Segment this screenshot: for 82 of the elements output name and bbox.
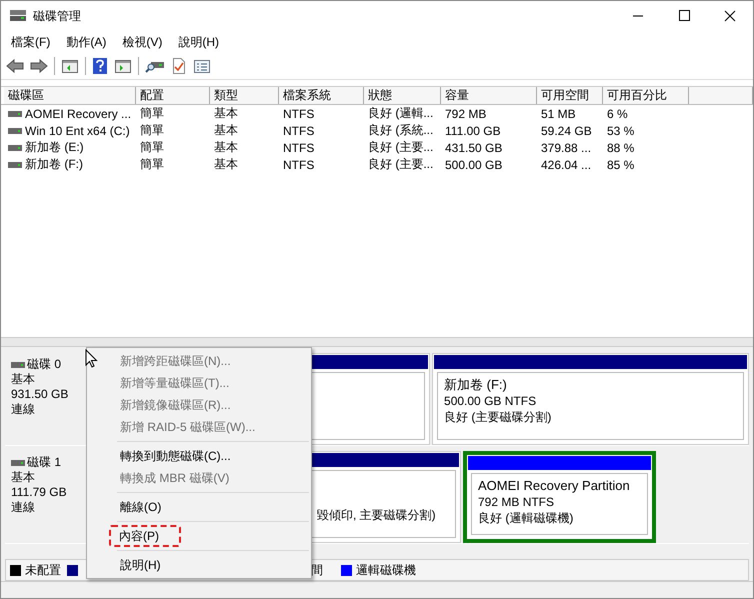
context-menu-item[interactable]: 說明(H) xyxy=(87,554,311,576)
column-header[interactable]: 可用百分比 xyxy=(603,87,689,104)
partition-text: 500.00 GB NTFS xyxy=(444,393,538,409)
partition-text: AOMEI Recovery Partition xyxy=(478,478,631,494)
table-cell: 基本 xyxy=(214,139,238,156)
table-cell: 792 MB xyxy=(445,106,486,120)
disk-status: 連線 xyxy=(11,500,36,515)
table-cell: NTFS xyxy=(283,106,314,120)
table-cell: AOMEI Recovery ... xyxy=(25,106,132,120)
context-menu-item[interactable]: 轉換到動態磁碟(C)... xyxy=(87,445,311,467)
menu-item[interactable]: 說明(H) xyxy=(172,32,225,52)
legend-label: 未配置 xyxy=(25,562,61,578)
column-header[interactable]: 狀態 xyxy=(364,87,441,104)
volume-icon xyxy=(8,162,22,168)
partition-text: 792 MB NTFS xyxy=(478,494,556,510)
disk-type: 基本 xyxy=(11,470,36,485)
table-cell: 111.00 GB xyxy=(445,124,501,138)
list-icon[interactable] xyxy=(193,58,211,74)
table-cell: 500.00 GB xyxy=(445,158,502,172)
volume-icon xyxy=(8,110,22,116)
table-cell: 6 % xyxy=(607,106,628,120)
table-cell: 53 % xyxy=(607,124,634,138)
disk-icon xyxy=(9,10,27,22)
context-menu-item[interactable]: 離線(O) xyxy=(87,496,311,518)
table-cell: 簡單 xyxy=(140,105,164,122)
menu-item[interactable]: 檢視(V) xyxy=(116,32,168,52)
table-cell: 88 % xyxy=(607,140,634,154)
table-cell: 85 % xyxy=(607,158,634,172)
partition-block[interactable]: 新加卷 (F:) 500.00 GB NTFS 良好 (主要磁碟分割) xyxy=(432,353,749,445)
table-cell: 51 MB xyxy=(541,106,576,120)
checklist-icon[interactable] xyxy=(171,57,187,75)
partition-block[interactable]: AOMEI Recovery Partition 792 MB NTFS 良好 (邏輯磁碟機) xyxy=(463,451,656,543)
volume-icon xyxy=(8,144,22,150)
table-cell: 簡單 xyxy=(140,139,164,156)
table-cell: 基本 xyxy=(214,105,238,122)
table-cell: 379.88 ... xyxy=(541,140,592,154)
table-cell: 新加卷 (F:) xyxy=(25,156,83,173)
menu-item[interactable]: 動作(A) xyxy=(60,32,112,52)
legend-label: 邏輯磁碟機 xyxy=(356,562,416,578)
table-cell: NTFS xyxy=(283,140,314,154)
table-cell: 基本 xyxy=(214,122,238,139)
partition-text: 新加卷 (F:) xyxy=(444,377,508,393)
partition-text: 良好 (邏輯磁碟機) xyxy=(478,510,574,526)
disk-size: 111.79 GB xyxy=(11,485,68,500)
column-header[interactable]: 容量 xyxy=(441,87,537,104)
column-header[interactable]: 可用空間 xyxy=(537,87,603,104)
column-header[interactable]: 配置 xyxy=(136,87,210,104)
table-cell: 431.50 GB xyxy=(445,140,502,154)
disk-name: 磁碟 1 xyxy=(27,455,62,470)
table-cell: 基本 xyxy=(214,156,238,173)
column-header[interactable]: 檔案系統 xyxy=(279,87,364,104)
forward-arrow-icon[interactable] xyxy=(30,58,48,74)
volume-icon xyxy=(8,128,22,134)
column-header[interactable]: 磁碟區 xyxy=(4,87,136,104)
table-cell: Win 10 Ent x64 (C:) xyxy=(25,124,130,138)
table-cell: 良好 (主要... xyxy=(368,156,434,173)
back-arrow-icon[interactable] xyxy=(6,58,24,74)
table-cell: 426.04 ... xyxy=(541,158,592,172)
partition-text: 毀傾印, 主要磁碟分割) xyxy=(317,507,437,523)
disk-name: 磁碟 0 xyxy=(27,357,62,372)
panel-icon[interactable] xyxy=(114,58,132,74)
table-cell: 簡單 xyxy=(140,156,164,173)
column-header[interactable]: 類型 xyxy=(210,87,279,104)
mouse-pointer-icon xyxy=(85,349,98,369)
table-cell: 59.24 GB xyxy=(541,124,592,138)
disk-status: 連線 xyxy=(11,402,36,417)
table-cell: 良好 (系統... xyxy=(368,122,434,139)
partition-text: 良好 (主要磁碟分割) xyxy=(444,409,552,425)
table-cell: 簡單 xyxy=(140,122,164,139)
panel-icon[interactable] xyxy=(61,58,79,74)
legend-label: 間 xyxy=(311,562,323,578)
menu-item[interactable]: 檔案(F) xyxy=(5,32,56,52)
table-cell: 良好 (主要... xyxy=(368,139,434,156)
disk-size: 931.50 GB xyxy=(11,387,70,402)
context-menu-item[interactable]: 內容(P) xyxy=(109,525,181,547)
table-cell: 良好 (邏輯... xyxy=(368,105,434,122)
table-cell: NTFS xyxy=(283,158,314,172)
help-icon[interactable] xyxy=(92,57,108,75)
table-cell: 新加卷 (E:) xyxy=(25,139,84,156)
table-cell: NTFS xyxy=(283,124,314,138)
disk-type: 基本 xyxy=(11,372,36,387)
window-title: 磁碟管理 xyxy=(33,8,81,24)
